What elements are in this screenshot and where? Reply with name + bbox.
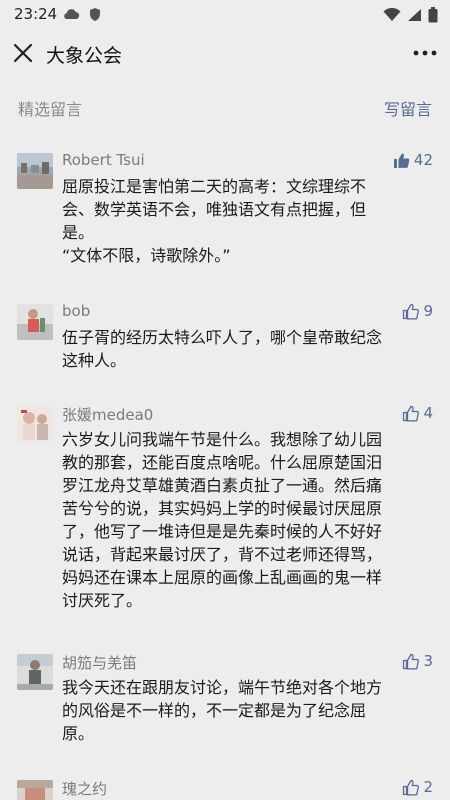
like-count: 42: [413, 151, 433, 169]
comment-line: 妈妈还在课本上屈原的画像上乱画画的鬼一样: [62, 568, 383, 587]
thumbs-up-icon: [403, 405, 420, 422]
write-comment-button[interactable]: 写留言: [384, 96, 432, 120]
commenter-name: bob: [62, 302, 91, 320]
section-title: 精选留言: [18, 100, 83, 119]
like-button[interactable]: 3: [402, 652, 433, 670]
comment-line: “文体不限，诗歌除外。”: [62, 246, 231, 265]
avatar[interactable]: [17, 153, 53, 189]
thumbs-up-filled-icon: [393, 153, 410, 168]
commenter-name: 胡笳与羌笛: [62, 654, 138, 672]
wifi-icon: [383, 8, 401, 21]
close-icon[interactable]: [10, 40, 36, 66]
commenter-name: 瑰之约: [62, 780, 108, 798]
comment-text: 六岁女儿问我端午节是什么。我想除了幼儿园 教的那套，还能百度点啥呢。什么屈原楚国…: [62, 428, 434, 612]
comment-line: 讨厌死了。: [62, 591, 143, 610]
like-button[interactable]: 9: [402, 302, 433, 320]
commenter-name: 张媛medea0: [62, 406, 154, 424]
comment-line: 六岁女儿问我端午节是什么。我想除了幼儿园: [62, 430, 383, 449]
nav-bar: 大象公会: [0, 28, 450, 80]
comment-line: 原。: [62, 724, 95, 743]
like-count: 2: [423, 778, 433, 796]
comment-text: 我今天还在跟朋友讨论，端午节绝对各个地方 的风俗是不一样的，不一定都是为了纪念屈…: [62, 676, 434, 745]
like-button[interactable]: 4: [402, 404, 433, 422]
thumbs-up-icon: [403, 653, 420, 670]
comment-line: 教的那套，还能百度点啥呢。什么屈原楚国汨: [62, 453, 383, 472]
comment-line: 罗江龙舟艾草雄黄酒白素贞扯了一通。然后痛: [62, 476, 383, 495]
like-button[interactable]: 2: [402, 778, 433, 796]
comment-line: 伍子胥的经历太特么吓人了，哪个皇帝敢纪念: [62, 328, 383, 347]
section-header: 精选留言 写留言: [0, 96, 450, 120]
comment-line: 屈原投江是害怕第二天的高考：文综理综不: [62, 177, 367, 196]
comment-line: 苦兮兮的说，其实妈妈上学的时候最讨厌屈原: [62, 499, 383, 518]
commenter-name: Robert Tsui: [62, 151, 145, 169]
avatar[interactable]: [17, 406, 53, 442]
signal-icon: [408, 9, 421, 21]
status-bar: 23:24: [0, 0, 450, 28]
like-count: 3: [423, 652, 433, 670]
like-count: 4: [423, 404, 433, 422]
comment-line: 是。: [62, 223, 95, 242]
battery-icon: [428, 7, 438, 23]
comment-line: 的风俗是不一样的，不一定都是为了纪念屈: [62, 701, 367, 720]
thumbs-up-icon: [403, 303, 420, 320]
avatar[interactable]: [17, 304, 53, 340]
comment-line: 我今天还在跟朋友讨论，端午节绝对各个地方: [62, 678, 383, 697]
status-left-icons: [62, 7, 102, 22]
shield-icon: [90, 8, 100, 21]
status-right-icons: [383, 7, 438, 23]
status-time: 23:24: [14, 5, 58, 23]
thumbs-up-icon: [403, 779, 420, 796]
comment-line: 会、数学英语不会，唯独语文有点把握，但: [62, 200, 367, 219]
like-count: 9: [423, 302, 433, 320]
cloud-icon: [64, 9, 80, 20]
avatar[interactable]: [17, 780, 53, 800]
more-icon[interactable]: [410, 40, 440, 66]
comment-line: 说话，背起来最讨厌了，背不过老师还得骂，: [62, 545, 383, 564]
comment-text: 屈原投江是害怕第二天的高考：文综理综不 会、数学英语不会，唯独语文有点把握，但 …: [62, 175, 434, 267]
like-button[interactable]: 42: [393, 151, 433, 169]
page-title: 大象公会: [46, 45, 123, 67]
avatar[interactable]: [17, 654, 53, 690]
comment-line: 了，他写了一堆诗但是是先秦时候的人不好好: [62, 522, 383, 541]
comment-line: 这种人。: [62, 351, 127, 370]
comment-text: 伍子胥的经历太特么吓人了，哪个皇帝敢纪念 这种人。: [62, 326, 434, 372]
comments-section: 精选留言 写留言 Robert Tsui 42 屈原投江是害怕第二天的高考：文综…: [0, 80, 450, 800]
